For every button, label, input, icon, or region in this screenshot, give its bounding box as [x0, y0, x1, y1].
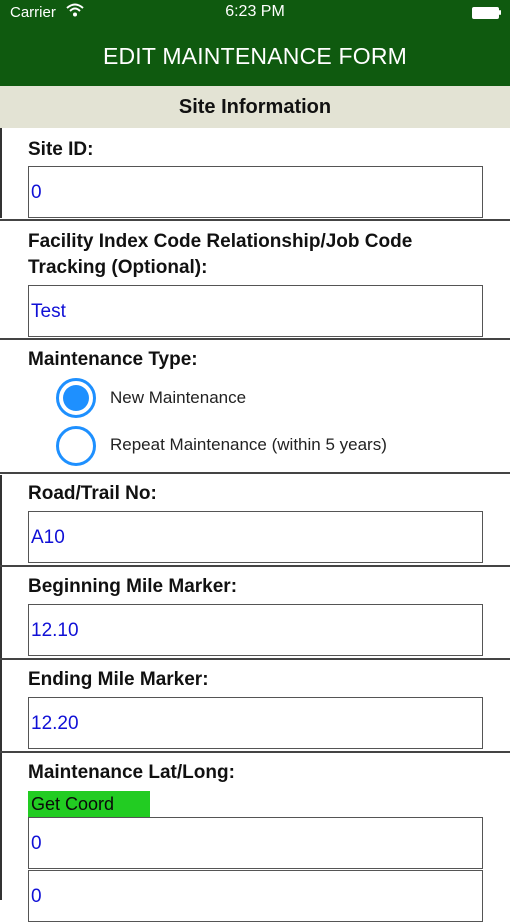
end-mile-field[interactable]: 12.20: [28, 697, 483, 749]
end-mile-value: 12.20: [31, 713, 79, 734]
radio-repeat-maintenance-label[interactable]: Repeat Maintenance (within 5 years): [110, 435, 387, 455]
divider: [0, 338, 510, 340]
facility-code-label-line2: Tracking (Optional):: [28, 257, 208, 278]
status-bar: Carrier 6:23 PM: [0, 0, 510, 26]
lat-long-label: Maintenance Lat/Long:: [28, 762, 235, 783]
radio-new-maintenance[interactable]: [56, 378, 96, 418]
battery-icon: [472, 7, 502, 19]
radio-repeat-maintenance[interactable]: [56, 426, 96, 466]
page-title: EDIT MAINTENANCE FORM: [102, 43, 408, 69]
left-border: [0, 128, 2, 218]
facility-code-label-line1: Facility Index Code Relationship/Job Cod…: [28, 231, 413, 252]
divider: [0, 658, 510, 660]
facility-code-value: Test: [31, 301, 66, 322]
divider: [0, 565, 510, 567]
road-trail-label: Road/Trail No:: [28, 483, 157, 504]
left-border: [0, 475, 2, 900]
road-trail-field[interactable]: A10: [28, 511, 483, 563]
divider: [0, 751, 510, 753]
divider: [0, 219, 510, 221]
section-header: Site Information: [0, 86, 510, 128]
begin-mile-label: Beginning Mile Marker:: [28, 576, 238, 597]
latitude-field[interactable]: 0: [28, 817, 483, 869]
site-id-label: Site ID:: [28, 139, 94, 160]
app-header: EDIT MAINTENANCE FORM: [0, 26, 510, 86]
section-title: Site Information: [178, 96, 332, 118]
maintenance-type-label: Maintenance Type:: [28, 349, 198, 370]
longitude-value: 0: [31, 886, 42, 907]
site-id-field[interactable]: 0: [28, 166, 483, 218]
begin-mile-value: 12.10: [31, 620, 79, 641]
get-coord-button[interactable]: Get Coord: [28, 791, 150, 817]
clock: 6:23 PM: [225, 3, 285, 20]
divider: [0, 472, 510, 474]
begin-mile-field[interactable]: 12.10: [28, 604, 483, 656]
end-mile-label: Ending Mile Marker:: [28, 669, 209, 690]
get-coord-button-label: Get Coord: [31, 794, 115, 814]
latitude-value: 0: [31, 833, 42, 854]
facility-code-field[interactable]: Test: [28, 285, 483, 337]
road-trail-value: A10: [31, 527, 65, 548]
radio-new-maintenance-label[interactable]: New Maintenance: [110, 388, 246, 408]
longitude-field[interactable]: 0: [28, 870, 483, 922]
site-id-value: 0: [31, 182, 42, 203]
